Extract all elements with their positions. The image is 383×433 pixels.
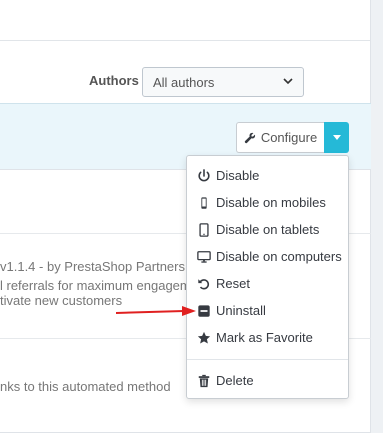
- menu-item-label: Disable on computers: [216, 249, 342, 264]
- minus-square-icon: [198, 304, 210, 317]
- authors-select[interactable]: All authors: [142, 67, 304, 97]
- module-description: l referrals for maximum engagem: [0, 278, 191, 293]
- menu-item-disable-mobiles[interactable]: Disable on mobiles: [197, 195, 326, 210]
- wrench-icon: [244, 132, 255, 143]
- module-description: tivate new customers: [0, 293, 123, 308]
- undo-icon: [198, 278, 210, 289]
- menu-item-label: Disable: [216, 168, 260, 183]
- trash-icon: [198, 374, 210, 387]
- caret-down-icon: [332, 135, 341, 140]
- menu-item-label: Uninstall: [216, 303, 266, 318]
- menu-item-delete[interactable]: Delete: [197, 373, 254, 388]
- module-version-author: v1.1.4 - by PrestaShop Partners: [0, 259, 185, 274]
- menu-item-uninstall[interactable]: Uninstall: [197, 303, 266, 318]
- mobile-icon: [201, 196, 207, 209]
- menu-item-label: Disable on mobiles: [216, 195, 326, 210]
- menu-item-label: Mark as Favorite: [216, 330, 313, 345]
- panel-top-divider: [0, 40, 370, 41]
- desktop-icon: [197, 250, 211, 263]
- menu-item-reset[interactable]: Reset: [197, 276, 250, 291]
- power-icon: [198, 168, 210, 181]
- authors-select-value: All authors: [153, 74, 215, 90]
- chevron-down-icon: [283, 75, 293, 89]
- module-actions-dropdown: Disable Disable on mobiles Disable on ta…: [186, 155, 349, 399]
- module-description: nks to this automated method: [0, 379, 171, 394]
- menu-item-label: Delete: [216, 373, 254, 388]
- menu-item-label: Reset: [216, 276, 250, 291]
- star-icon: [197, 331, 211, 344]
- configure-button-label: Configure: [260, 130, 318, 145]
- menu-divider: [187, 359, 348, 360]
- menu-item-mark-favorite[interactable]: Mark as Favorite: [197, 330, 313, 345]
- actions-dropdown-toggle[interactable]: [324, 122, 349, 153]
- menu-item-disable[interactable]: Disable: [197, 168, 259, 183]
- authors-filter-label: Authors: [89, 73, 139, 88]
- tablet-icon: [199, 222, 209, 237]
- configure-button[interactable]: Configure: [236, 122, 324, 153]
- menu-item-disable-tablets[interactable]: Disable on tablets: [197, 222, 319, 237]
- annotation-arrow: [116, 306, 196, 316]
- menu-item-label: Disable on tablets: [216, 222, 320, 237]
- menu-item-disable-computers[interactable]: Disable on computers: [197, 249, 342, 264]
